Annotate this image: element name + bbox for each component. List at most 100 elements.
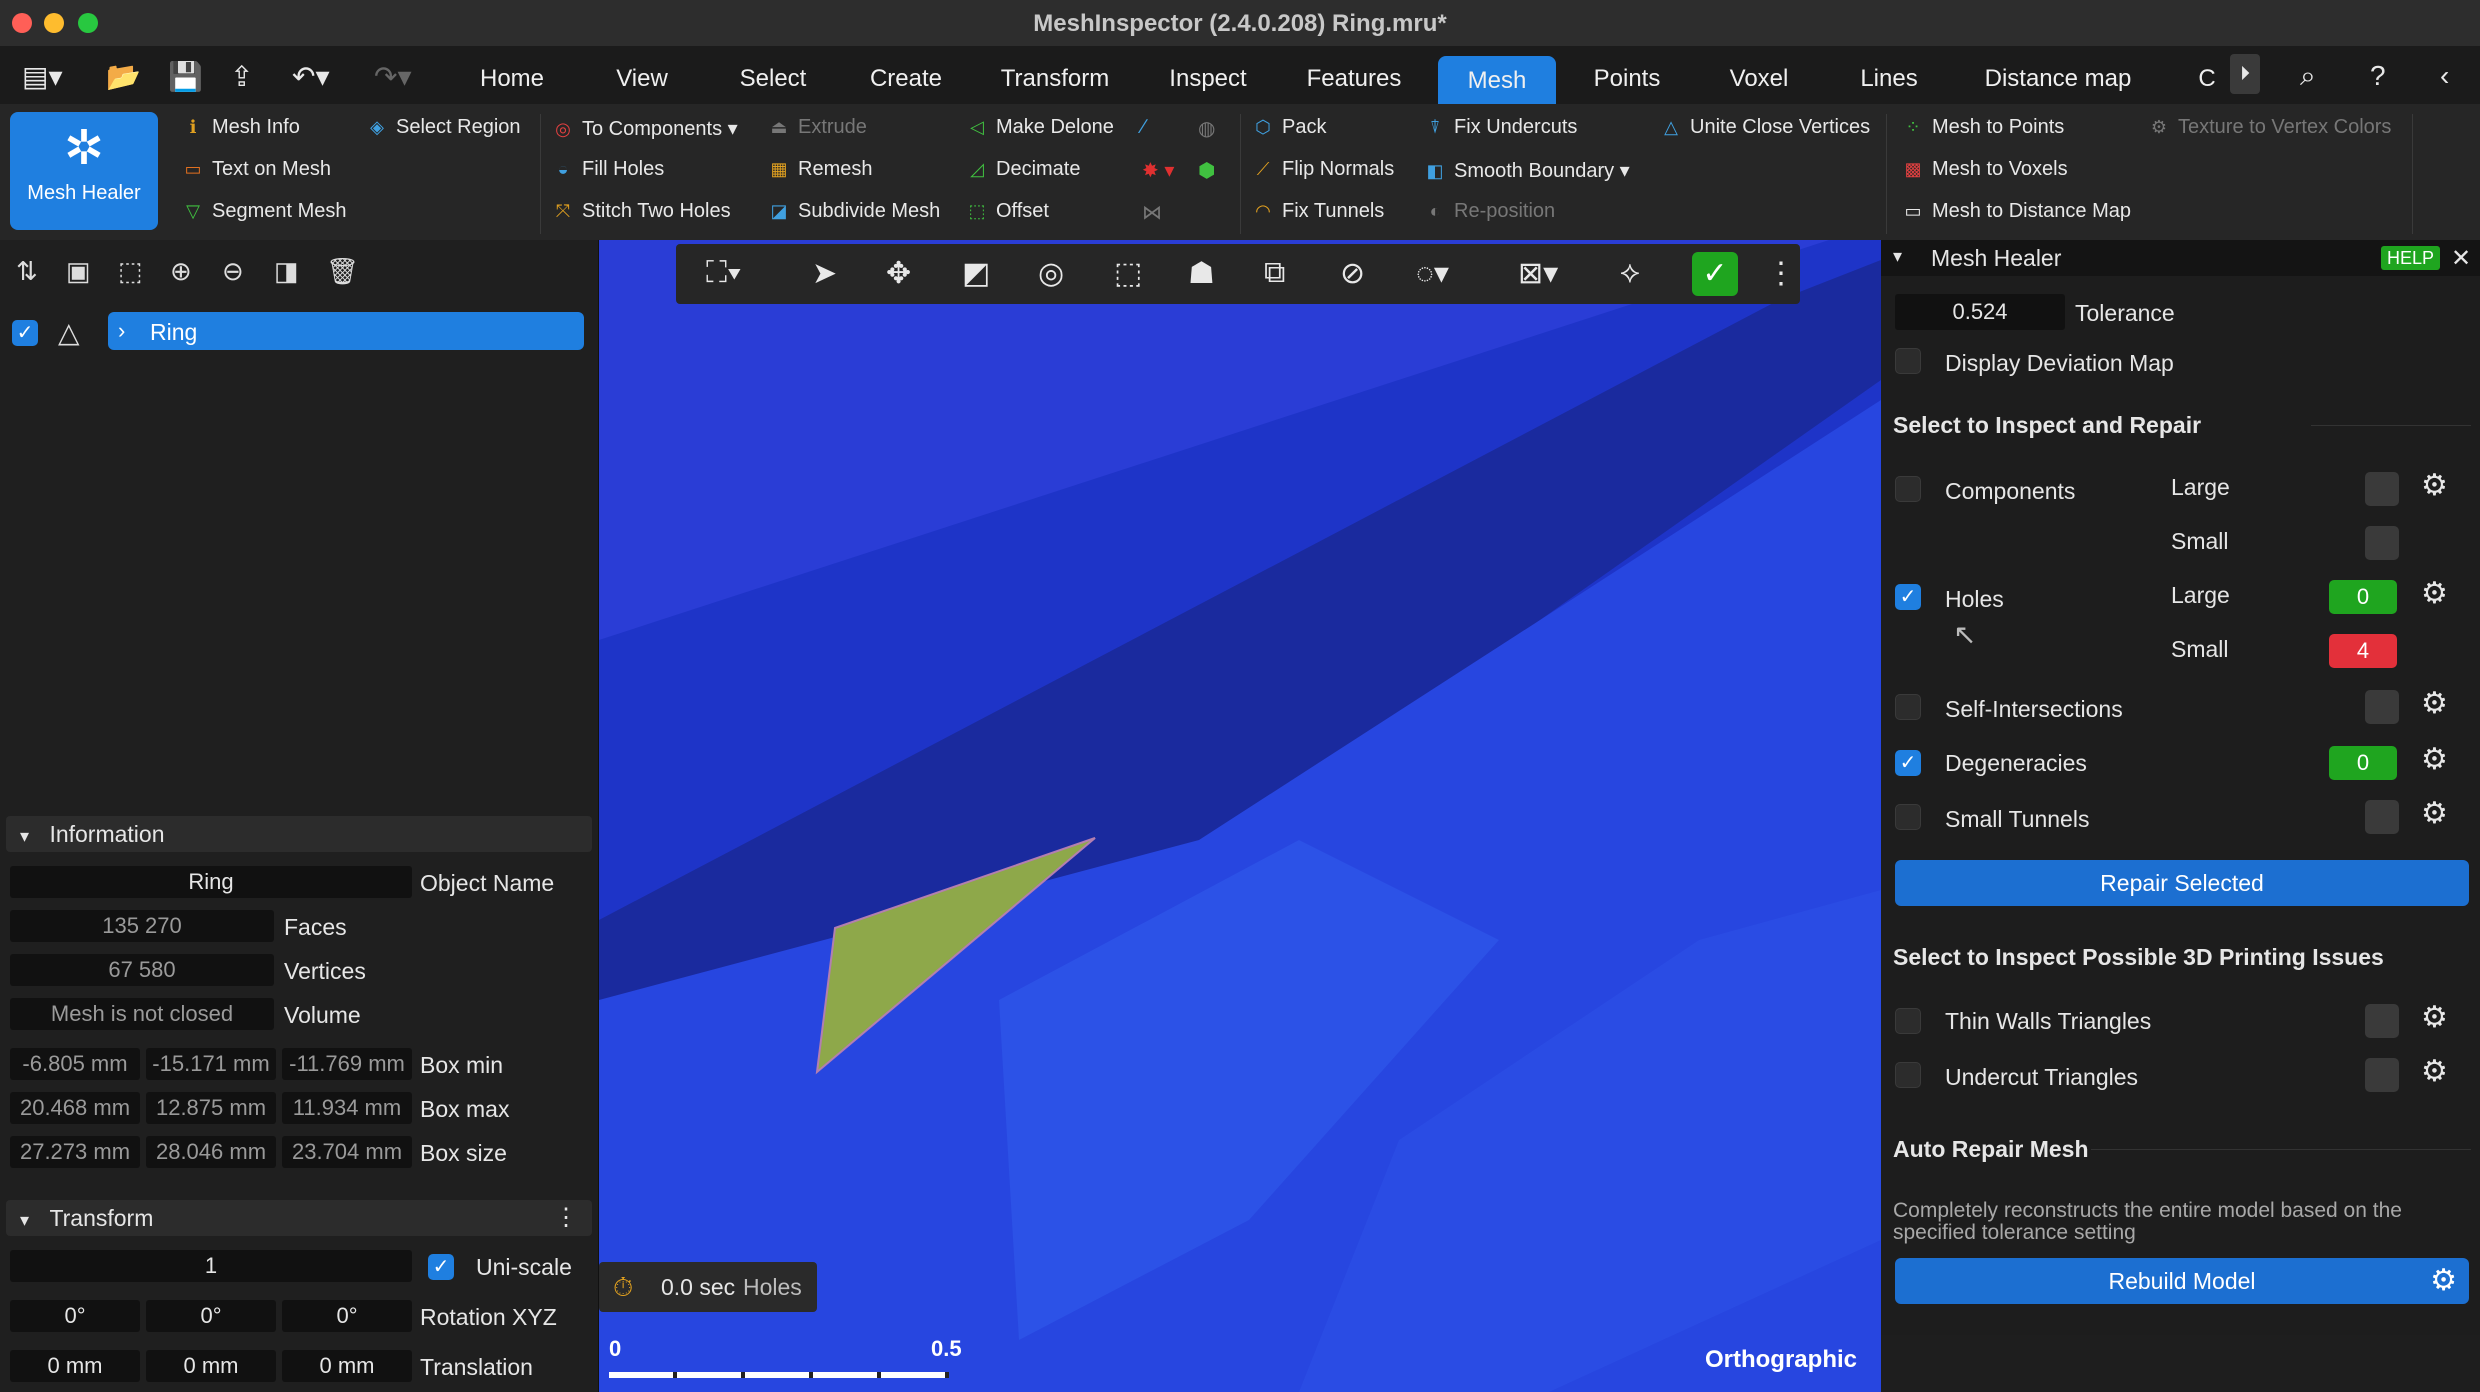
thin-walls-gear-icon[interactable]: ⚙ — [2421, 1000, 2448, 1035]
deselect-all-icon[interactable]: ⬚ — [118, 256, 143, 287]
re-position-button[interactable]: ◐ Re-position — [1424, 200, 1556, 223]
boolean-tool-icon[interactable]: ◍ — [1198, 116, 1215, 141]
unite-close-vertices-button[interactable]: △ Unite Close Vertices — [1660, 116, 1870, 139]
mesh-to-distance-map-button[interactable]: ▭ Mesh to Distance Map — [1902, 200, 2131, 223]
mesh-info-button[interactable]: ℹ Mesh Info — [182, 116, 300, 139]
more-tools-icon[interactable]: ⋮ — [1766, 256, 1796, 291]
camera-icon[interactable]: ☗ — [1188, 256, 1215, 291]
move-down-icon[interactable]: ⊖ — [222, 256, 244, 287]
paint-tool-icon[interactable]: ✸ ▾ — [1142, 158, 1174, 183]
open-folder-icon[interactable]: 📂 — [106, 60, 141, 93]
object-name-field[interactable]: Ring — [10, 866, 412, 898]
text-on-mesh-button[interactable]: ▭ Text on Mesh — [182, 158, 330, 181]
subdivide-mesh-button[interactable]: ◪ Subdivide Mesh — [768, 200, 940, 223]
uni-scale-checkbox[interactable]: ✓ — [428, 1254, 454, 1280]
rebuild-model-button[interactable]: Rebuild Model ⚙ — [1895, 1258, 2469, 1304]
scale-input[interactable]: 1 — [10, 1250, 412, 1282]
degeneracies-gear-icon[interactable]: ⚙ — [2421, 742, 2448, 777]
information-section-header[interactable]: ▾ Information — [6, 816, 592, 852]
holes-gear-icon[interactable]: ⚙ — [2421, 576, 2448, 611]
projection-mode[interactable]: Orthographic — [1705, 1346, 1857, 1374]
fix-undercuts-button[interactable]: ⍒ Fix Undercuts — [1424, 116, 1578, 139]
trash-icon[interactable]: 🗑 — [326, 256, 359, 287]
new-file-icon[interactable]: ▤▾ — [22, 60, 63, 93]
tab-transform[interactable]: Transform — [984, 46, 1126, 104]
show-hide-icon[interactable]: ◨ — [274, 256, 299, 287]
components-checkbox[interactable] — [1895, 476, 1921, 502]
mesh-to-points-button[interactable]: ⁘ Mesh to Points — [1902, 116, 2064, 139]
fix-tunnels-button[interactable]: ◠ Fix Tunnels — [1252, 200, 1384, 223]
undo-icon[interactable]: ↶▾ — [292, 60, 330, 93]
translation-y-input[interactable]: 0 mm — [146, 1350, 276, 1382]
rotation-x-input[interactable]: 0° — [10, 1300, 140, 1332]
holes-checkbox[interactable]: ✓ — [1895, 584, 1921, 610]
thin-walls-checkbox[interactable] — [1895, 1008, 1921, 1034]
clear-selection-icon[interactable]: ⊠▾ — [1518, 256, 1558, 291]
transform-section-header[interactable]: ▾ Transform ⋮ — [6, 1200, 592, 1236]
self-intersections-checkbox[interactable] — [1895, 694, 1921, 720]
extrude-button[interactable]: ⏏ Extrude — [768, 116, 866, 139]
sort-icon[interactable]: ⇅ — [16, 256, 38, 287]
mesh-to-voxels-button[interactable]: ▩ Mesh to Voxels — [1902, 158, 2067, 181]
close-icon[interactable]: ✕ — [2451, 244, 2471, 273]
tab-lines[interactable]: Lines — [1842, 46, 1936, 104]
redo-icon[interactable]: ↷▾ — [374, 60, 412, 93]
hide-icon[interactable]: ⊘ — [1340, 256, 1365, 291]
offset-button[interactable]: ⬚ Offset — [966, 200, 1049, 223]
lasso-icon[interactable]: ◌▾ — [1416, 256, 1449, 291]
chevron-down-icon[interactable]: ▾ — [1893, 246, 1902, 267]
display-deviation-map-checkbox[interactable] — [1895, 348, 1921, 374]
rebuild-gear-icon[interactable]: ⚙ — [2430, 1258, 2457, 1304]
tab-distance-map[interactable]: Distance map — [1970, 46, 2146, 104]
tolerance-input[interactable]: 0.524 — [1895, 294, 2065, 330]
smooth-boundary-button[interactable]: ◧ Smooth Boundary ▾ — [1424, 158, 1629, 183]
tab-view[interactable]: View — [596, 46, 688, 104]
tab-points[interactable]: Points — [1580, 46, 1674, 104]
tab-features[interactable]: Features — [1290, 46, 1418, 104]
segment-mesh-button[interactable]: ▽ Segment Mesh — [182, 200, 346, 223]
undercut-gear-icon[interactable]: ⚙ — [2421, 1054, 2448, 1089]
connect-tool-icon[interactable]: ⋈ — [1142, 200, 1162, 225]
edit-mesh-icon[interactable]: ◩ — [962, 256, 990, 291]
degeneracies-checkbox[interactable]: ✓ — [1895, 750, 1921, 776]
translation-z-input[interactable]: 0 mm — [282, 1350, 412, 1382]
3d-viewport[interactable]: ⏱ 0.0 sec Holes 0 0.5 Orthographic — [599, 240, 1881, 1392]
rotate-view-icon[interactable]: ◎ — [1038, 256, 1064, 291]
tab-home[interactable]: Home — [458, 46, 566, 104]
save-icon[interactable]: 💾 — [168, 60, 203, 93]
pack-button[interactable]: ⬡ Pack — [1252, 116, 1326, 139]
search-icon[interactable]: ⌕ — [2300, 60, 2316, 93]
tab-mesh[interactable]: Mesh — [1438, 56, 1556, 104]
help-icon[interactable]: ? — [2370, 60, 2386, 92]
remesh-button[interactable]: ▦ Remesh — [768, 158, 872, 181]
select-all-icon[interactable]: ▣ — [66, 256, 91, 287]
more-options-icon[interactable]: ⋮ — [554, 1200, 578, 1236]
components-gear-icon[interactable]: ⚙ — [2421, 468, 2448, 503]
move-icon[interactable]: ✥ — [886, 256, 911, 291]
fill-holes-button[interactable]: ◒ Fill Holes — [552, 158, 665, 181]
tab-select[interactable]: Select — [722, 46, 824, 104]
decimate-button[interactable]: ◿ Decimate — [966, 158, 1080, 181]
small-tunnels-gear-icon[interactable]: ⚙ — [2421, 796, 2448, 831]
tab-overflow[interactable]: C — [2192, 46, 2222, 104]
expand-chevron-icon[interactable]: › — [118, 318, 125, 344]
confirm-check-icon[interactable]: ✓ — [1692, 252, 1738, 296]
collapse-ribbon-icon[interactable]: ‹ — [2440, 60, 2449, 92]
stitch-two-holes-button[interactable]: ⤧ Stitch Two Holes — [552, 200, 731, 223]
small-tunnels-checkbox[interactable] — [1895, 804, 1921, 830]
texture-to-vertex-colors-button[interactable]: ⚙ Texture to Vertex Colors — [2148, 116, 2392, 139]
tab-inspect[interactable]: Inspect — [1152, 46, 1264, 104]
bounding-box-icon[interactable]: ⬚ — [1114, 256, 1142, 291]
tab-create[interactable]: Create — [856, 46, 956, 104]
mesh-healer-big-button[interactable]: ✲ Mesh Healer — [10, 112, 158, 230]
fit-view-icon[interactable]: ⛶▾ — [706, 256, 742, 290]
self-intersections-gear-icon[interactable]: ⚙ — [2421, 686, 2448, 721]
help-button[interactable]: HELP — [2381, 246, 2441, 270]
ring-visibility-checkbox[interactable]: ✓ — [12, 320, 38, 346]
duplicate-icon[interactable]: ⧉ — [1264, 256, 1285, 290]
undercut-triangles-checkbox[interactable] — [1895, 1062, 1921, 1088]
to-components-button[interactable]: ◎ To Components ▾ — [552, 116, 738, 141]
tab-voxel[interactable]: Voxel — [1712, 46, 1806, 104]
make-delone-button[interactable]: ◁ Make Delone — [966, 116, 1114, 139]
select-cursor-icon[interactable]: ➤ — [812, 256, 837, 291]
